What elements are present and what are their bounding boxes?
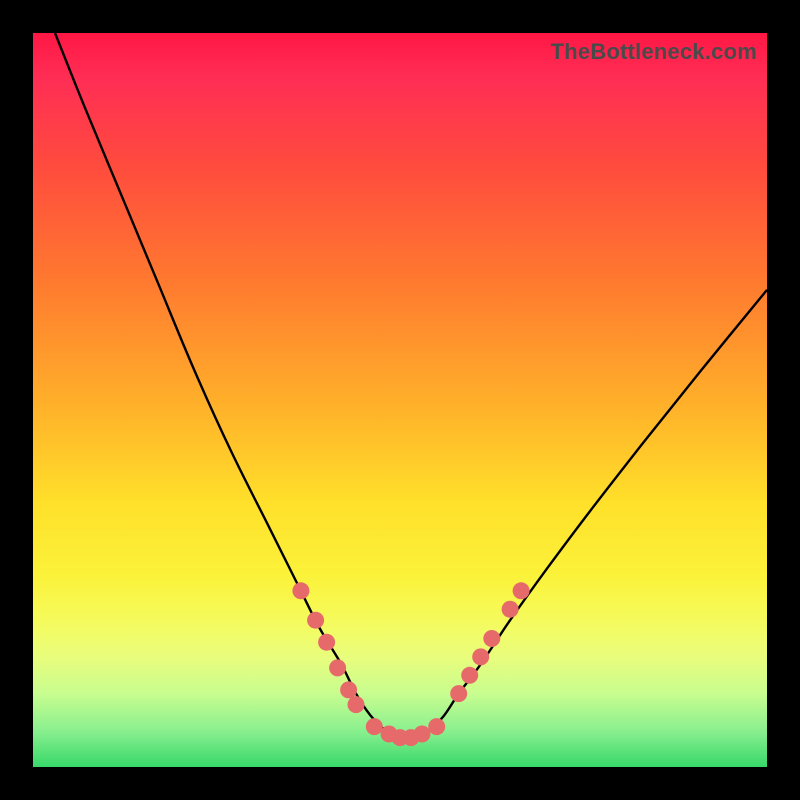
curve-marker — [292, 582, 309, 599]
chart-svg — [33, 33, 767, 767]
bottleneck-curve — [55, 33, 767, 739]
curve-marker — [472, 648, 489, 665]
curve-marker — [348, 696, 365, 713]
curve-markers — [292, 582, 529, 746]
curve-marker — [366, 718, 383, 735]
curve-marker — [450, 685, 467, 702]
curve-marker — [307, 612, 324, 629]
curve-marker — [318, 634, 335, 651]
curve-marker — [461, 667, 478, 684]
curve-marker — [502, 601, 519, 618]
curve-marker — [483, 630, 500, 647]
curve-marker — [428, 718, 445, 735]
curve-marker — [340, 681, 357, 698]
plot-area: TheBottleneck.com — [33, 33, 767, 767]
curve-marker — [513, 582, 530, 599]
chart-frame: TheBottleneck.com — [0, 0, 800, 800]
curve-marker — [329, 659, 346, 676]
curve-marker — [414, 726, 431, 743]
